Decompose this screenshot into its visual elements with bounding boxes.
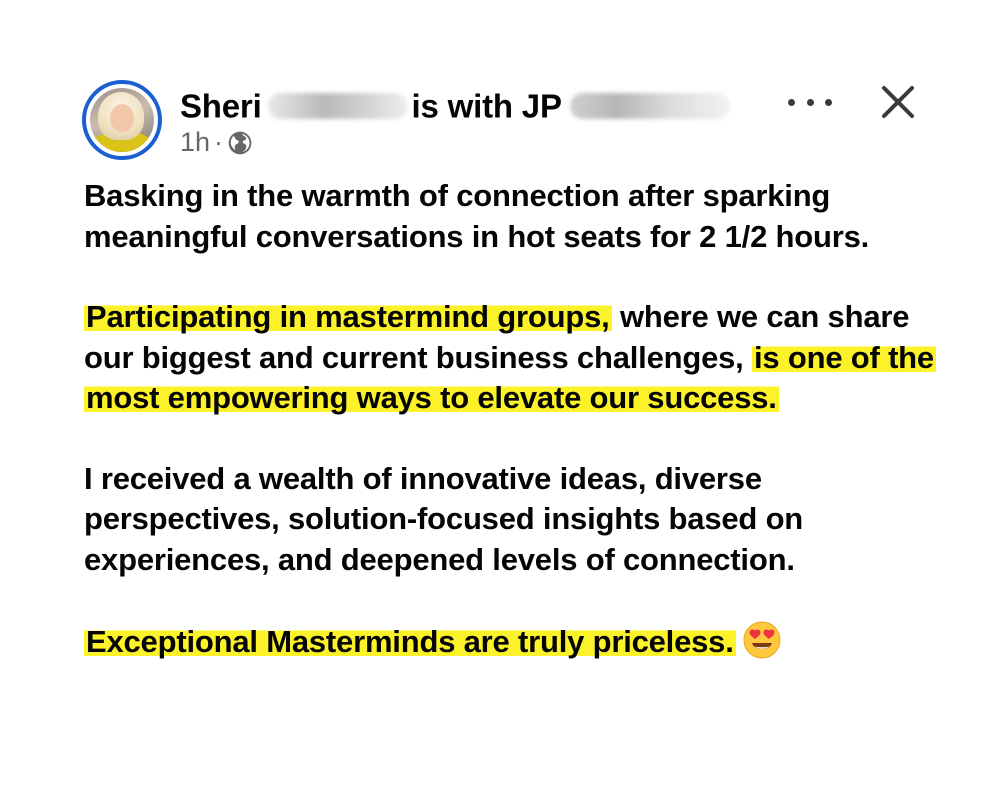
more-options-icon[interactable]: [788, 90, 832, 114]
redacted-tagged-surname: [569, 93, 730, 120]
post-time[interactable]: 1h: [180, 127, 210, 157]
highlighted-text: Participating in mastermind groups,: [84, 299, 612, 334]
close-icon[interactable]: [878, 82, 918, 122]
post-meta: 1h ·: [180, 126, 253, 158]
facebook-post: Sheri is with JP 1h · Basking in the warmt…: [0, 0, 1000, 800]
avatar[interactable]: [82, 80, 162, 160]
globe-icon[interactable]: [227, 130, 253, 156]
highlighted-text: Exceptional Masterminds are truly pricel…: [84, 624, 736, 659]
with-text: is with: [411, 87, 513, 125]
heart-eyes-emoji: [743, 621, 781, 659]
tagged-name[interactable]: JP: [522, 87, 562, 124]
profile-photo: [90, 88, 154, 152]
paragraph-3: I received a wealth of innovative ideas,…: [84, 459, 964, 581]
paragraph-1: Basking in the warmth of connection afte…: [84, 176, 964, 257]
paragraph-4: Exceptional Masterminds are truly pricel…: [84, 620, 964, 663]
post-body: Basking in the warmth of connection afte…: [84, 176, 964, 703]
author-name[interactable]: Sheri: [180, 87, 262, 124]
paragraph-1-text: Basking in the warmth of connection afte…: [84, 178, 870, 254]
redacted-surname: [267, 93, 408, 120]
paragraph-3-text: I received a wealth of innovative ideas,…: [84, 460, 804, 577]
paragraph-2: Participating in mastermind groups, wher…: [84, 297, 964, 419]
post-header: Sheri is with JP: [180, 84, 730, 126]
meta-separator: ·: [214, 127, 224, 157]
